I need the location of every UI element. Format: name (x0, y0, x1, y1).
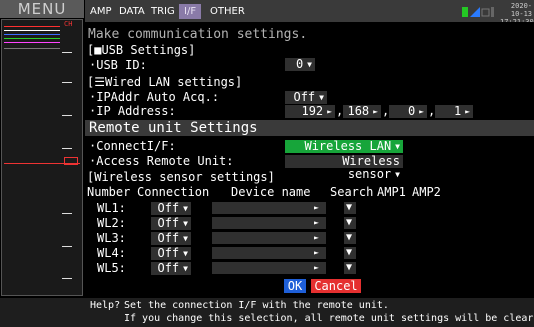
wl-device-select[interactable]: ► (212, 247, 326, 259)
col-connection: Connection (137, 185, 210, 199)
help-line-2: If you change this selection, all remote… (124, 313, 534, 324)
waveform-trace-4 (4, 38, 60, 39)
wl-connection-select[interactable]: Off ▼ (151, 262, 191, 275)
wl-search-button[interactable]: ▼ (344, 217, 356, 229)
access-remote-select[interactable]: Wireless sensor ▼ (285, 155, 403, 181)
wl-search-button[interactable]: ▼ (344, 247, 356, 259)
wl-device-select[interactable]: ► (212, 217, 326, 229)
wl-device-select[interactable]: ► (212, 202, 326, 214)
usb-id-select[interactable]: 0 ▼ (285, 58, 315, 71)
help-prefix: Help? (90, 300, 121, 311)
ok-button[interactable]: OK (284, 279, 306, 293)
ip-auto-select[interactable]: Off ▼ (285, 91, 327, 104)
menu-button[interactable]: MENU (0, 0, 84, 18)
intro-text: Make communication settings. (88, 27, 308, 42)
ip-address-label: ·IP Address: (89, 104, 176, 118)
chevron-right-icon: ► (314, 203, 319, 212)
waveform-trace-5 (4, 42, 60, 43)
chevron-down-icon: ▼ (346, 217, 353, 228)
chevron-right-icon: ► (314, 233, 319, 242)
wl-number: WL1: (97, 201, 126, 215)
settings-panel: Make communication settings. [■USB Setti… (85, 22, 534, 298)
tab-other[interactable]: OTHER (205, 4, 250, 19)
help-bar: Help? Set the connection I/F with the re… (0, 298, 534, 327)
wl-number: WL4: (97, 246, 126, 260)
tab-if[interactable]: I/F (179, 4, 202, 19)
tab-amp[interactable]: AMP (85, 4, 117, 19)
chevron-down-icon: ▼ (346, 232, 353, 243)
help-line-1: Set the connection I/F with the remote u… (124, 300, 389, 311)
chevron-down-icon: ▼ (346, 262, 353, 273)
scale-tick (62, 246, 72, 247)
wl-number: WL3: (97, 231, 126, 245)
date-text: 2020-10-13 (510, 2, 532, 18)
wired-lan-title: [☰Wired LAN settings] (87, 75, 243, 89)
trigger-marker (64, 157, 78, 165)
scale-tick (62, 82, 72, 83)
chevron-down-icon: ▼ (346, 202, 353, 213)
chevron-right-icon: ► (314, 248, 319, 257)
scale-tick (62, 213, 72, 214)
waveform-trace-1 (4, 26, 60, 27)
chevron-down-icon: ▼ (346, 247, 353, 258)
col-amp1: AMP1 (377, 185, 406, 199)
col-device-name: Device name (231, 185, 311, 199)
wl-number: WL2: (97, 216, 126, 230)
chevron-right-icon: ► (314, 263, 319, 272)
cancel-button[interactable]: Cancel (311, 279, 361, 293)
scale-tick (62, 52, 72, 53)
wl-connection-select[interactable]: Off ▼ (151, 217, 191, 230)
usb-settings-title: [■USB Settings] (87, 43, 196, 57)
chevron-right-icon: ► (314, 218, 319, 227)
wl-number: WL5: (97, 261, 126, 275)
remote-unit-title: Remote unit Settings (89, 120, 258, 136)
waveform-trace-2 (4, 30, 60, 31)
wl-connection-select[interactable]: Off ▼ (151, 202, 191, 215)
col-amp2: AMP2 (412, 185, 441, 199)
ip-auto-label: ·IPAddr Auto Acq.: (89, 90, 220, 104)
tab-data[interactable]: DATA (114, 4, 150, 19)
wl-connection-select[interactable]: Off ▼ (151, 232, 191, 245)
ip-octet-1[interactable]: 192 ► (285, 105, 335, 118)
wl-search-button[interactable]: ▼ (344, 262, 356, 274)
scale-tick (62, 115, 72, 116)
wl-search-button[interactable]: ▼ (344, 232, 356, 244)
col-search: Search (330, 185, 374, 199)
tab-trig[interactable]: TRIG (146, 4, 180, 19)
wireless-sensor-title: [Wireless sensor settings] (87, 170, 275, 184)
access-remote-label: ·Access Remote Unit: (89, 154, 234, 168)
scale-tick (62, 148, 72, 149)
wl-connection-select[interactable]: Off ▼ (151, 247, 191, 260)
wl-device-select[interactable]: ► (212, 262, 326, 274)
wl-search-button[interactable]: ▼ (344, 202, 356, 214)
usb-id-label: ·USB ID: (89, 58, 147, 72)
ip-octet-4[interactable]: 1 ► (435, 105, 473, 118)
waveform-trace-3 (4, 34, 60, 35)
scale-tick (62, 278, 72, 279)
ip-octet-2[interactable]: 168 ► (343, 105, 381, 118)
connect-if-label: ·ConnectI/F: (89, 139, 176, 153)
wl-device-select[interactable]: ► (212, 232, 326, 244)
battery-signal-icon (462, 7, 494, 17)
channel-label: CH (64, 20, 73, 28)
connect-if-select[interactable]: Wireless LAN ▼ (285, 140, 403, 153)
status-icons (462, 4, 496, 23)
col-number: Number (87, 185, 131, 199)
grid-line (4, 48, 60, 49)
ip-octet-3[interactable]: 0 ► (389, 105, 427, 118)
